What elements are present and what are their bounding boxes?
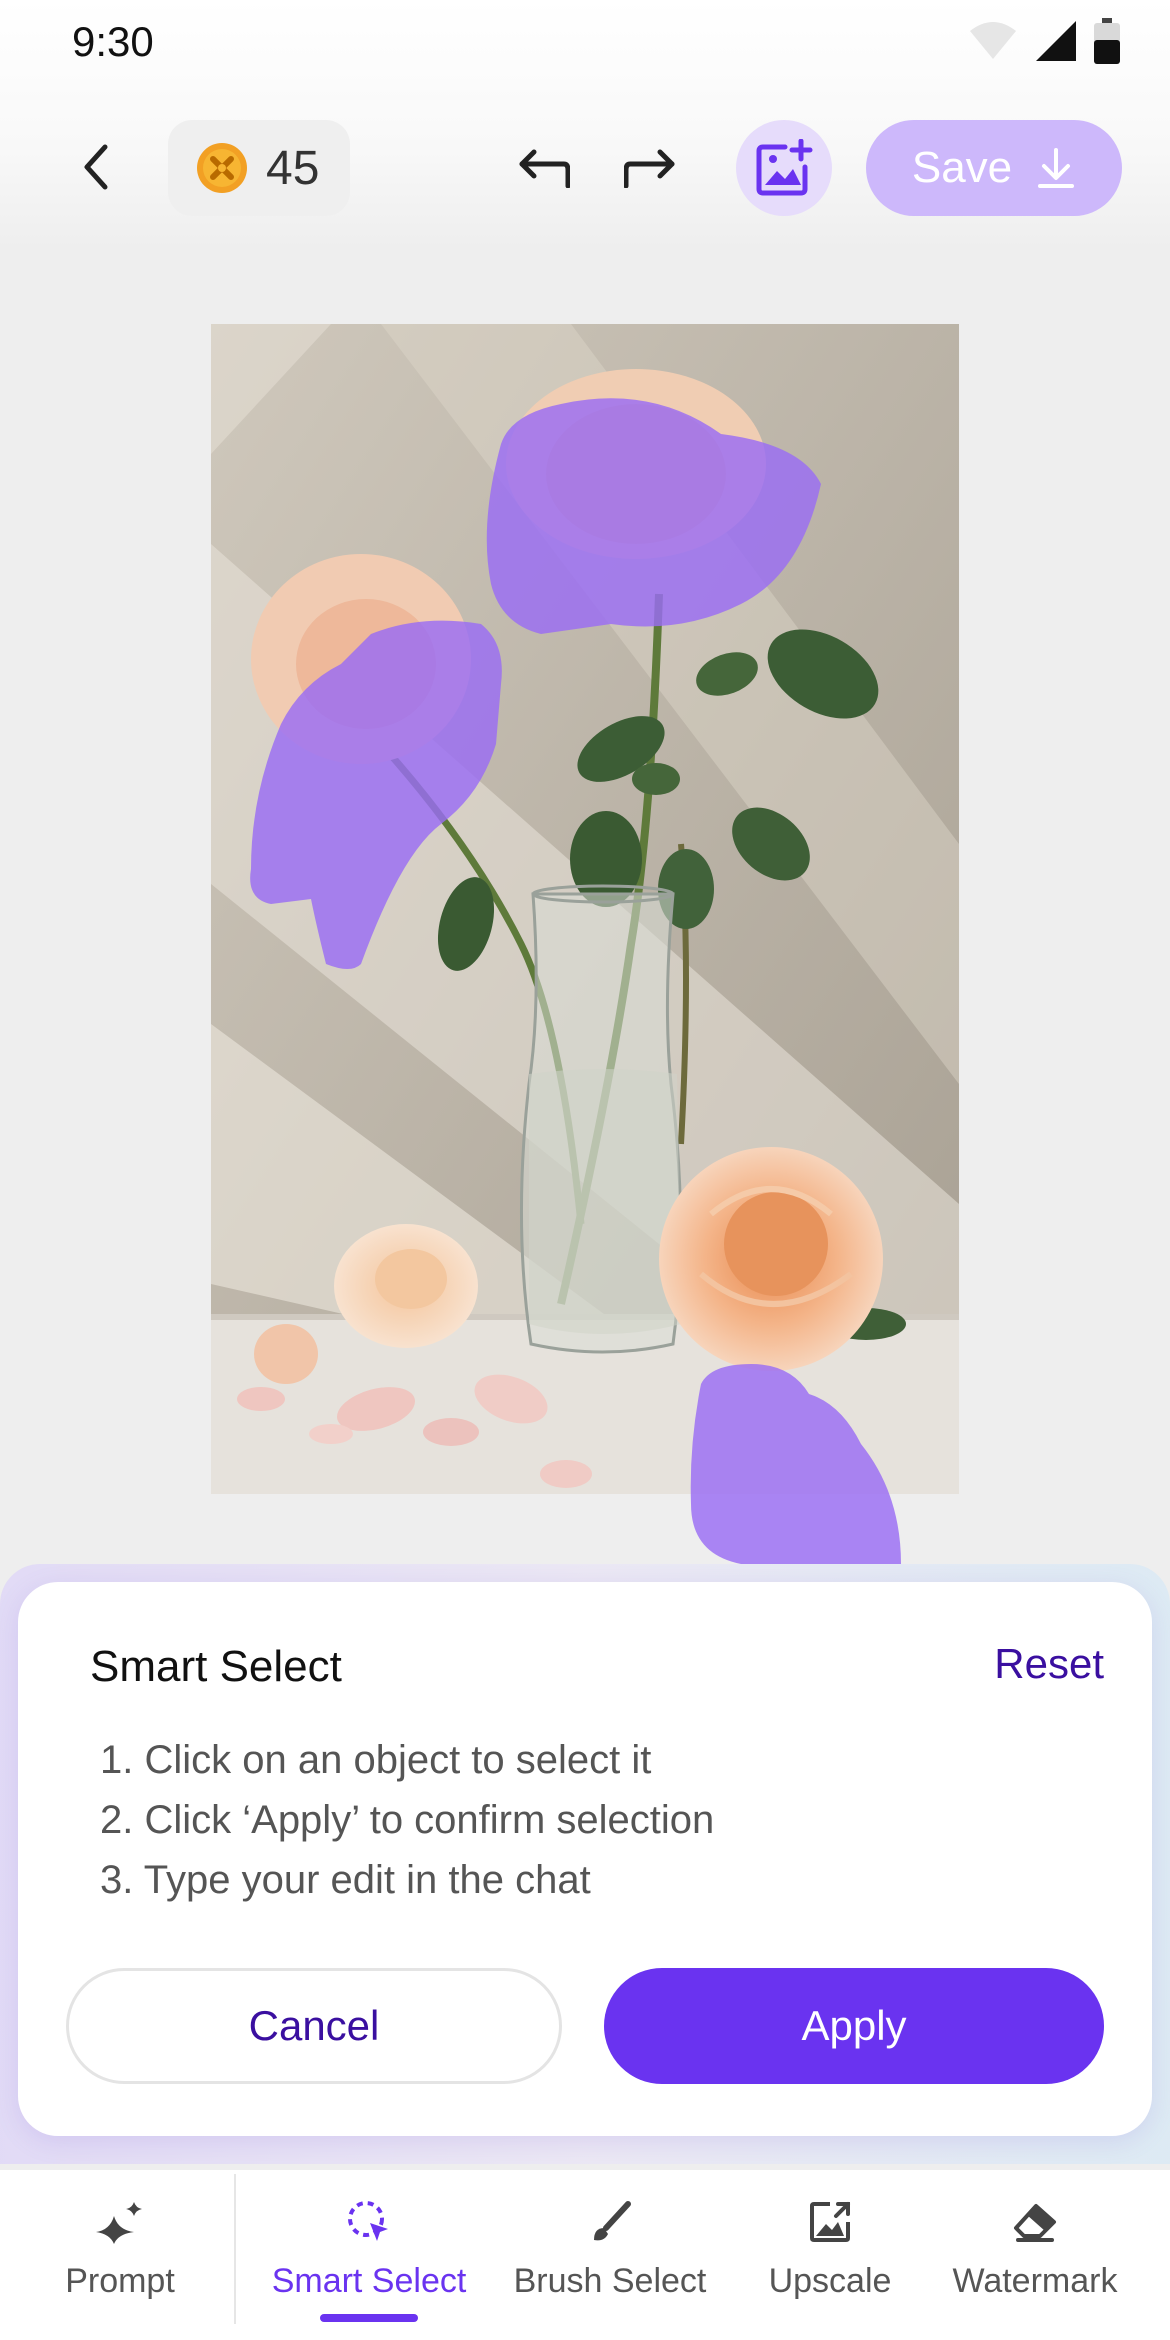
cancel-button[interactable]: Cancel — [66, 1968, 562, 2084]
instruction-item: 3. Type your edit in the chat — [100, 1858, 591, 1902]
panel-title: Smart Select — [90, 1642, 342, 1691]
tab-upscale[interactable]: Upscale — [740, 2170, 920, 2340]
wifi-icon — [970, 22, 1016, 59]
tab-watermark[interactable]: Watermark — [940, 2170, 1130, 2340]
smart-select-panel: Smart Select Reset 1. Click on an object… — [18, 1582, 1152, 2136]
chevron-left-icon — [84, 144, 108, 190]
download-icon — [1038, 148, 1075, 188]
tab-prompt-label: Prompt — [65, 2262, 175, 2300]
image-canvas[interactable] — [211, 324, 959, 1564]
back-button[interactable] — [62, 132, 132, 202]
brush-icon — [582, 2194, 638, 2250]
save-button[interactable]: Save — [866, 120, 1122, 216]
coin-icon — [197, 143, 247, 193]
status-icons — [968, 18, 1120, 64]
status-bar: 9:30 — [0, 0, 1170, 84]
instruction-item: 2. Click ‘Apply’ to confirm selection — [100, 1798, 715, 1842]
undo-icon — [519, 149, 570, 188]
redo-button[interactable] — [614, 132, 686, 204]
image-plus-icon — [756, 139, 813, 196]
tab-brush-select[interactable]: Brush Select — [500, 2170, 720, 2340]
status-time: 9:30 — [72, 18, 154, 65]
tab-prompt[interactable]: Prompt — [40, 2170, 200, 2340]
bottom-tool-bar: Prompt Smart Select Brush Select Upscale… — [0, 2170, 1170, 2340]
battery-icon — [1094, 18, 1120, 64]
credits-count: 45 — [266, 141, 320, 195]
upscale-icon — [802, 2194, 858, 2250]
instruction-item: 1. Click on an object to select it — [100, 1738, 652, 1782]
active-tab-indicator — [320, 2314, 418, 2322]
eraser-icon — [1007, 2194, 1063, 2250]
apply-button[interactable]: Apply — [604, 1968, 1104, 2084]
smart-select-mask — [250, 398, 901, 1564]
tab-smart-select-label: Smart Select — [271, 2262, 467, 2300]
instruction-list: 1. Click on an object to select it 2. Cl… — [100, 1730, 714, 1910]
tab-watermark-label: Watermark — [952, 2262, 1118, 2300]
tab-brush-select-label: Brush Select — [513, 2262, 707, 2300]
credits-badge[interactable]: 45 — [168, 120, 350, 216]
redo-icon — [624, 149, 675, 188]
signal-icon — [1036, 21, 1076, 61]
save-label: Save — [911, 143, 1013, 192]
tab-upscale-label: Upscale — [768, 2262, 892, 2300]
sparkle-icon — [92, 2194, 148, 2250]
reset-button[interactable]: Reset — [994, 1640, 1104, 1688]
add-image-button[interactable] — [736, 120, 832, 216]
nav-divider — [234, 2174, 236, 2324]
editor-toolbar: 45 Save — [0, 110, 1170, 230]
smart-select-icon — [341, 2194, 397, 2250]
undo-button[interactable] — [508, 132, 580, 204]
